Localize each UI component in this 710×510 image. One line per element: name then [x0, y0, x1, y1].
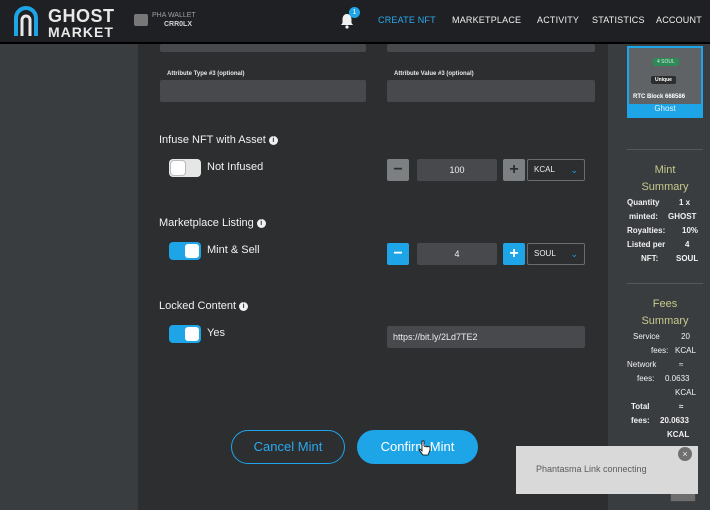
- fee-value: 0.0633: [665, 374, 690, 383]
- summary-value: 1 x: [679, 198, 691, 207]
- summary-value: SOUL: [676, 254, 699, 263]
- nav-statistics[interactable]: STATISTICS: [592, 15, 645, 25]
- fee-value: KCAL: [675, 346, 696, 355]
- nav-account[interactable]: ACCOUNT: [656, 15, 702, 25]
- info-icon[interactable]: i: [268, 136, 278, 145]
- fee-value: 20.0633: [660, 416, 689, 425]
- price-pill: 4 SOUL: [653, 58, 679, 66]
- price-decrement-button[interactable]: −: [387, 243, 409, 265]
- fee-key: Network: [627, 360, 657, 369]
- locked-toggle-label: Yes: [207, 327, 225, 339]
- notification-badge: 1: [349, 7, 360, 18]
- chevron-down-icon: ⌄: [570, 249, 578, 259]
- chevron-down-icon: ⌄: [570, 165, 578, 175]
- wallet-indicator[interactable]: PHA WALLET CRR0LX: [134, 12, 214, 32]
- connection-toast: Phantasma Link connecting: [516, 446, 698, 494]
- mint-summary-subtitle: Summary: [641, 181, 689, 193]
- attribute-value-3-label: Attribute Value #3 (optional): [394, 71, 474, 77]
- attribute-type-3-label: Attribute Type #3 (optional): [167, 71, 245, 77]
- mint-summary-title: Mint: [654, 164, 676, 176]
- toggle-knob: [185, 244, 199, 258]
- infuse-amount-input[interactable]: 100: [417, 159, 497, 181]
- fee-key: Service: [633, 332, 660, 341]
- mouse-cursor-icon: [419, 440, 431, 456]
- summary-value: 10%: [682, 226, 699, 235]
- fee-value: 20: [681, 332, 690, 341]
- wallet-icon: [134, 14, 148, 26]
- unique-badge: Unique: [651, 76, 676, 84]
- fee-key: fees:: [651, 346, 669, 355]
- infuse-toggle-label: Not Infused: [207, 161, 264, 173]
- summary-key: Royalties:: [627, 226, 666, 235]
- listing-section-title: Marketplace Listing i: [159, 217, 266, 229]
- logo-text-market: MARKET: [48, 24, 114, 40]
- fee-key: Total: [631, 402, 650, 411]
- locked-title-text: Locked Content: [159, 300, 237, 312]
- summary-value: GHOST: [668, 212, 697, 221]
- infuse-token-select[interactable]: KCAL ⌄: [527, 159, 585, 181]
- infuse-token-value: KCAL: [534, 165, 555, 174]
- close-icon[interactable]: ×: [678, 447, 692, 461]
- fee-value: ≈: [679, 360, 684, 369]
- price-token-value: SOUL: [534, 249, 556, 258]
- price-amount-input[interactable]: 4: [417, 243, 497, 265]
- fee-value: ≈: [679, 402, 684, 411]
- ghostmarket-logo[interactable]: GHOST MARKET: [12, 6, 114, 40]
- toggle-knob: [185, 327, 199, 341]
- attribute-value-3-input[interactable]: [387, 80, 595, 102]
- nav-activity[interactable]: ACTIVITY: [537, 15, 579, 25]
- nft-preview-card[interactable]: 4 SOUL Unique RTC Block 668586 Ghost: [627, 46, 703, 118]
- listing-title-text: Marketplace Listing: [159, 217, 254, 229]
- summary-key: minted:: [629, 212, 658, 221]
- summary-key: Listed per: [627, 240, 666, 249]
- infuse-toggle[interactable]: [169, 159, 201, 177]
- info-icon[interactable]: i: [256, 219, 266, 228]
- fees-summary-title: Fees: [652, 298, 678, 310]
- nav-marketplace[interactable]: MARKETPLACE: [452, 15, 521, 25]
- locked-content-url-input[interactable]: https://bit.ly/2Ld7TE2: [387, 326, 585, 348]
- wallet-address: CRR0LX: [164, 21, 193, 28]
- locked-section-title: Locked Content i: [159, 300, 249, 312]
- cancel-mint-button[interactable]: Cancel Mint: [231, 430, 345, 464]
- ghost-logo-icon: [14, 6, 38, 36]
- fee-unit: KCAL: [675, 388, 696, 397]
- attribute-type-3-input[interactable]: [160, 80, 366, 102]
- locked-content-toggle[interactable]: [169, 325, 201, 343]
- summary-value: 4: [685, 240, 690, 249]
- toast-message: Phantasma Link connecting: [536, 464, 647, 474]
- attribute-value-2-input[interactable]: [160, 44, 366, 52]
- nft-caption: RTC Block 668586: [633, 94, 686, 100]
- listing-toggle[interactable]: [169, 242, 201, 260]
- divider: [627, 149, 703, 150]
- price-increment-button[interactable]: +: [503, 243, 525, 265]
- toggle-knob: [171, 161, 185, 175]
- summary-key: Quantity: [627, 198, 660, 207]
- attribute-type-2-input[interactable]: [387, 44, 595, 52]
- confirm-mint-button[interactable]: Confirm Mint: [357, 430, 478, 464]
- divider: [627, 283, 703, 284]
- wallet-label: PHA WALLET: [152, 12, 196, 19]
- nft-name: Ghost: [654, 104, 676, 113]
- infuse-decrement-button[interactable]: −: [387, 159, 409, 181]
- infuse-increment-button[interactable]: +: [503, 159, 525, 181]
- fee-key: fees:: [631, 416, 650, 425]
- top-header: GHOST MARKET PHA WALLET CRR0LX 1 CREATE …: [0, 0, 710, 44]
- info-icon[interactable]: i: [239, 302, 249, 311]
- price-token-select[interactable]: SOUL ⌄: [527, 243, 585, 265]
- infuse-title-text: Infuse NFT with Asset: [159, 134, 266, 146]
- fee-unit: KCAL: [667, 430, 690, 439]
- fees-summary-subtitle: Summary: [641, 315, 689, 327]
- nft-preview-image: 4 SOUL Unique RTC Block 668586: [629, 48, 701, 104]
- summary-key: NFT:: [641, 254, 659, 263]
- listing-toggle-label: Mint & Sell: [207, 244, 260, 256]
- nav-create-nft[interactable]: CREATE NFT: [378, 15, 436, 25]
- infuse-section-title: Infuse NFT with Asset i: [159, 134, 278, 146]
- fee-key: fees:: [637, 374, 655, 383]
